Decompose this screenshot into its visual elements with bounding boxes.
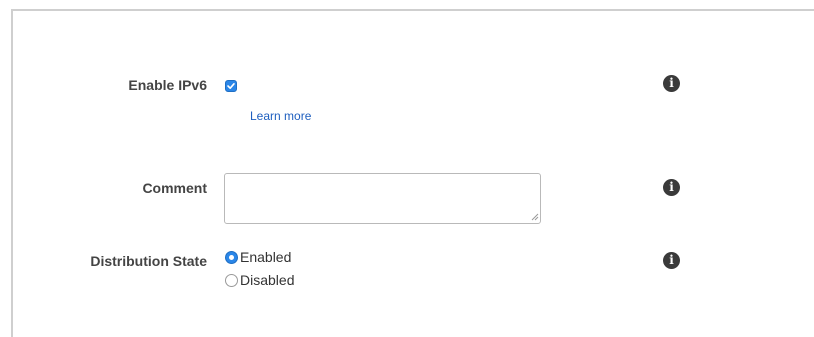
radio-disabled[interactable]: Disabled [225,272,294,288]
info-icon[interactable]: i [663,179,680,196]
radio-disabled-label: Disabled [240,272,295,288]
info-icon[interactable]: i [663,75,680,92]
distribution-state-label: Distribution State [90,253,207,269]
comment-field[interactable] [224,173,541,224]
checkmark-icon [227,83,235,89]
radio-disabled-control[interactable] [225,273,238,287]
comment-label: Comment [142,180,207,196]
resize-grip-icon[interactable] [531,213,539,221]
radio-enabled[interactable]: Enabled [225,249,291,265]
radio-enabled-label: Enabled [240,249,292,265]
enable-ipv6-checkbox[interactable] [225,80,237,92]
radio-enabled-control[interactable] [225,250,238,264]
enable-ipv6-label: Enable IPv6 [128,77,207,93]
info-icon[interactable]: i [663,252,680,269]
learn-more-link[interactable]: Learn more [250,109,311,123]
